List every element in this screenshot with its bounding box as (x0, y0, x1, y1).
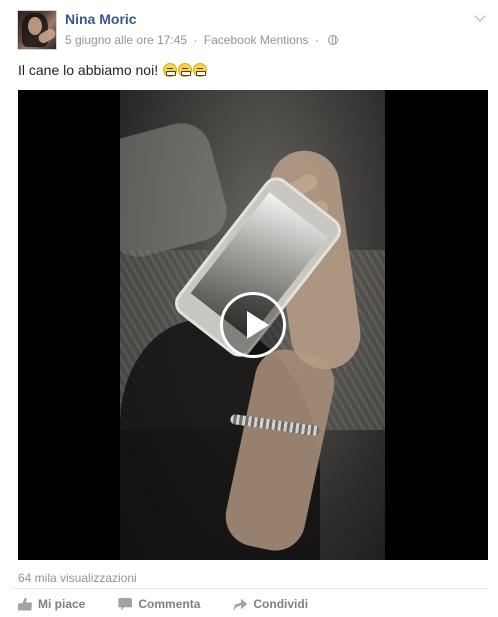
like-label: Mi piace (38, 597, 86, 611)
facebook-post: Nina Moric 5 giugno alle ore 17:45 · Fac… (0, 0, 498, 617)
post-message: Il cane lo abbiamo noi! (18, 62, 207, 78)
grimace-emoji-icon (192, 63, 207, 77)
comment-button[interactable]: Commenta (118, 597, 200, 611)
divider (12, 588, 488, 589)
post-date[interactable]: 5 giugno alle ore 17:45 (65, 33, 187, 47)
share-button[interactable]: Condividi (233, 597, 308, 611)
post-message-text: Il cane lo abbiamo noi! (18, 62, 159, 78)
meta-separator: · (193, 33, 198, 47)
grimace-emoji-icon (162, 63, 177, 77)
share-arrow-icon (233, 598, 248, 611)
avatar[interactable] (17, 10, 57, 50)
grimace-emoji-icon (177, 63, 192, 77)
author-name[interactable]: Nina Moric (65, 11, 137, 27)
comment-icon (118, 597, 133, 611)
post-source[interactable]: Facebook Mentions (204, 33, 309, 47)
chevron-down-icon[interactable] (474, 10, 486, 22)
meta-separator-2: · (314, 33, 319, 47)
post-meta: 5 giugno alle ore 17:45 · Facebook Menti… (65, 33, 339, 47)
thumbs-up-icon (18, 597, 32, 611)
like-button[interactable]: Mi piace (18, 597, 85, 611)
comment-label: Commenta (138, 597, 201, 611)
globe-icon[interactable] (328, 35, 339, 45)
play-icon[interactable] (220, 292, 286, 358)
video-player[interactable] (18, 90, 488, 560)
share-label: Condividi (253, 597, 309, 611)
action-bar: Mi piace Commenta Condividi (18, 596, 341, 612)
view-count: 64 mila visualizzazioni (18, 571, 137, 585)
